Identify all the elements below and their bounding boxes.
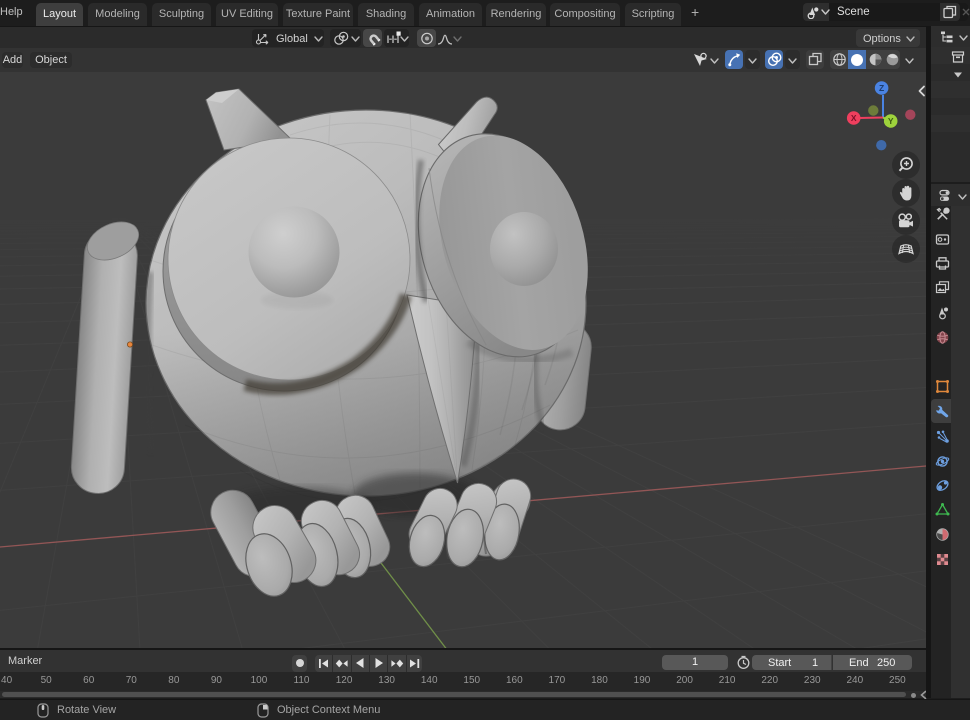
svg-text:Z: Z <box>879 83 884 93</box>
svg-text:X: X <box>851 113 857 123</box>
svg-text:Y: Y <box>888 116 894 126</box>
